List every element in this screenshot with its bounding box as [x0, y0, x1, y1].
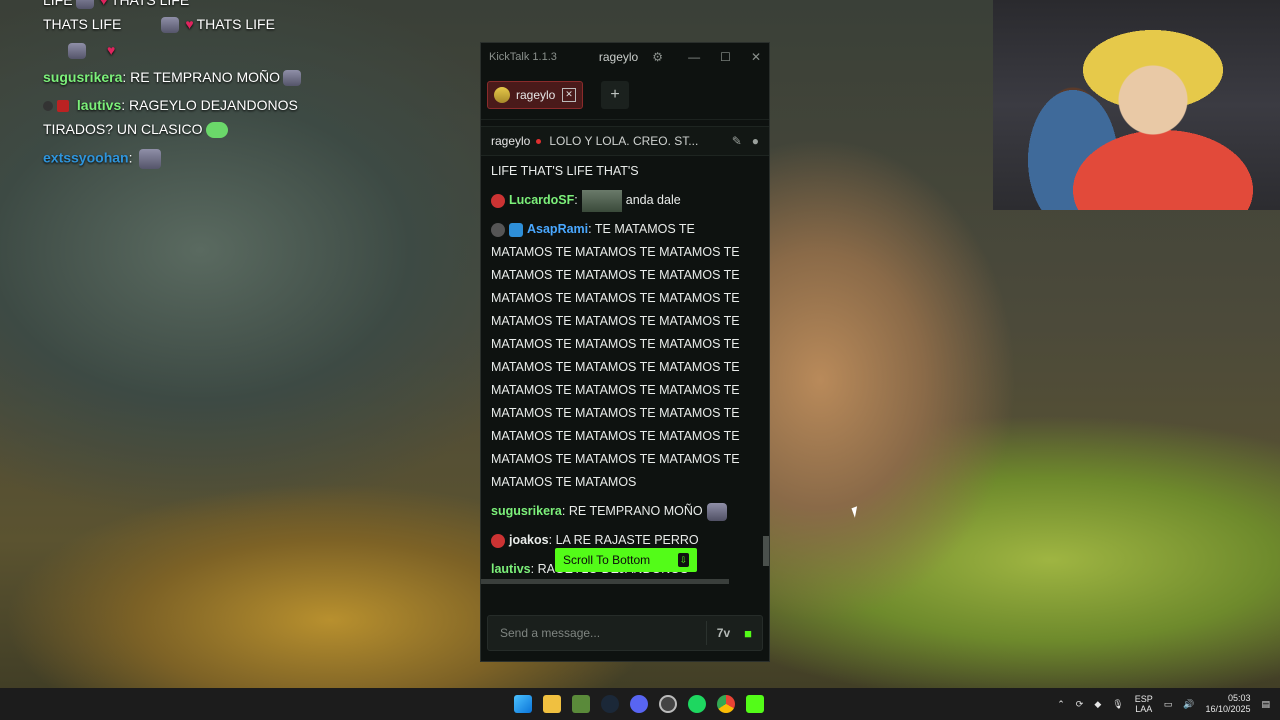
microphone-icon[interactable]: 🎙 [1112, 699, 1123, 710]
security-icon[interactable]: ◆ [1094, 699, 1101, 710]
chevron-up-icon[interactable]: ⌃ [1057, 699, 1065, 710]
language-indicator[interactable]: ESP LAA [1135, 694, 1153, 714]
network-icon[interactable]: ▭ [1164, 699, 1173, 710]
badge-icon [509, 222, 523, 237]
file-explorer-icon[interactable] [543, 695, 561, 713]
close-icon[interactable]: ✕ [751, 50, 761, 64]
pin-icon[interactable]: ✎ [732, 134, 742, 148]
chat-message: LucardoSF: anda dale [491, 189, 759, 212]
notification-icon[interactable]: ▤ [1261, 699, 1270, 710]
tab-rageylo[interactable]: rageylo ✕ [487, 81, 583, 109]
taskbar: ⌃ ⟳ ◆ 🎙 ESP LAA ▭ 🔊 05:03 16/10/2025 ▤ [0, 688, 1280, 720]
horizontal-scrollbar[interactable] [481, 579, 729, 584]
chat-username[interactable]: LucardoSF [509, 193, 574, 207]
channel-name[interactable]: rageylo [491, 134, 530, 148]
7tv-emote-icon[interactable]: 7v [717, 626, 730, 640]
scroll-to-bottom-button[interactable]: Scroll To Bottom ⇩ [555, 548, 697, 572]
overlay-line: LIFE ♥ THATS LIFE [43, 0, 189, 10]
webcam-feed [993, 0, 1280, 210]
window-user[interactable]: rageylo [599, 50, 638, 64]
chat-message: AsapRami: TE MATAMOS TE MATAMOS TE MATAM… [491, 222, 740, 489]
volume-icon[interactable]: 🔊 [1183, 699, 1194, 710]
discord-icon[interactable] [630, 695, 648, 713]
minecraft-icon[interactable] [572, 695, 590, 713]
clock[interactable]: 05:03 16/10/2025 [1205, 693, 1250, 715]
message-input[interactable] [498, 625, 696, 641]
sync-icon[interactable]: ⟳ [1076, 699, 1084, 710]
windows-start-icon[interactable] [514, 695, 532, 713]
arrow-down-icon: ⇩ [678, 553, 689, 567]
overlay-message: lautivs: RAGEYLO DEJANDONOS [43, 97, 298, 113]
minimize-icon[interactable]: — [688, 50, 700, 64]
chat-message: LIFE THAT'S LIFE THAT'S [491, 164, 639, 178]
chat-username[interactable]: AsapRami [527, 222, 588, 236]
emote-image [581, 189, 622, 212]
overlay-message: TIRADOS? UN CLASICO [43, 121, 229, 139]
vertical-scrollbar[interactable] [763, 536, 769, 566]
maximize-icon[interactable]: ☐ [720, 50, 731, 64]
channel-bar: rageylo LOLO Y LOLA. CREO. ST... ✎ ● [481, 126, 769, 156]
app-title: KickTalk 1.1.3 [489, 51, 557, 63]
overlay-message: extssyoohan: [43, 149, 164, 169]
scroll-to-bottom-label: Scroll To Bottom [563, 553, 651, 567]
close-tab-icon[interactable]: ✕ [562, 88, 576, 102]
title-bar: KickTalk 1.1.3 rageylo ⚙ — ☐ ✕ [481, 43, 769, 71]
tab-label: rageylo [516, 88, 556, 102]
spotify-icon[interactable] [688, 695, 706, 713]
badge-icon [491, 222, 505, 237]
overlay-line: ♥ [65, 42, 118, 60]
overlay-line: THATS LIFE ♥ THATS LIFE [43, 16, 275, 34]
chat-username[interactable]: lautivs [491, 562, 531, 576]
steam-icon[interactable] [601, 695, 619, 713]
add-tab-button[interactable]: + [601, 81, 629, 109]
kicktalk-window: KickTalk 1.1.3 rageylo ⚙ — ☐ ✕ rageylo ✕… [480, 42, 770, 662]
gear-icon[interactable]: ⚙ [652, 50, 663, 64]
chat-message: sugusrikera: RE TEMPRANO MOÑO [491, 500, 759, 523]
obs-icon[interactable] [659, 695, 677, 713]
badge-icon [491, 533, 505, 548]
avatar [494, 87, 510, 103]
system-tray: ⌃ ⟳ ◆ 🎙 ESP LAA ▭ 🔊 05:03 16/10/2025 ▤ [1057, 693, 1270, 715]
chrome-icon[interactable] [717, 695, 735, 713]
chat-username[interactable]: joakos [509, 533, 549, 547]
message-input-bar: 7v ■ [487, 615, 763, 651]
live-indicator [536, 138, 542, 144]
chat-username[interactable]: sugusrikera [491, 504, 562, 518]
chat-log: LIFE THAT'S LIFE THAT'S LucardoSF: anda d… [481, 156, 769, 584]
mouse-cursor [851, 506, 861, 518]
kick-icon[interactable] [746, 695, 764, 713]
kick-emote-icon[interactable]: ■ [744, 626, 752, 641]
overlay-message: sugusrikera: RE TEMPRANO MOÑO [43, 69, 304, 87]
taskbar-apps [514, 695, 764, 713]
user-icon[interactable]: ● [752, 134, 759, 148]
badge-icon [491, 193, 505, 208]
tab-bar: rageylo ✕ + [481, 71, 769, 120]
stream-title: LOLO Y LOLA. CREO. ST... [549, 134, 699, 148]
